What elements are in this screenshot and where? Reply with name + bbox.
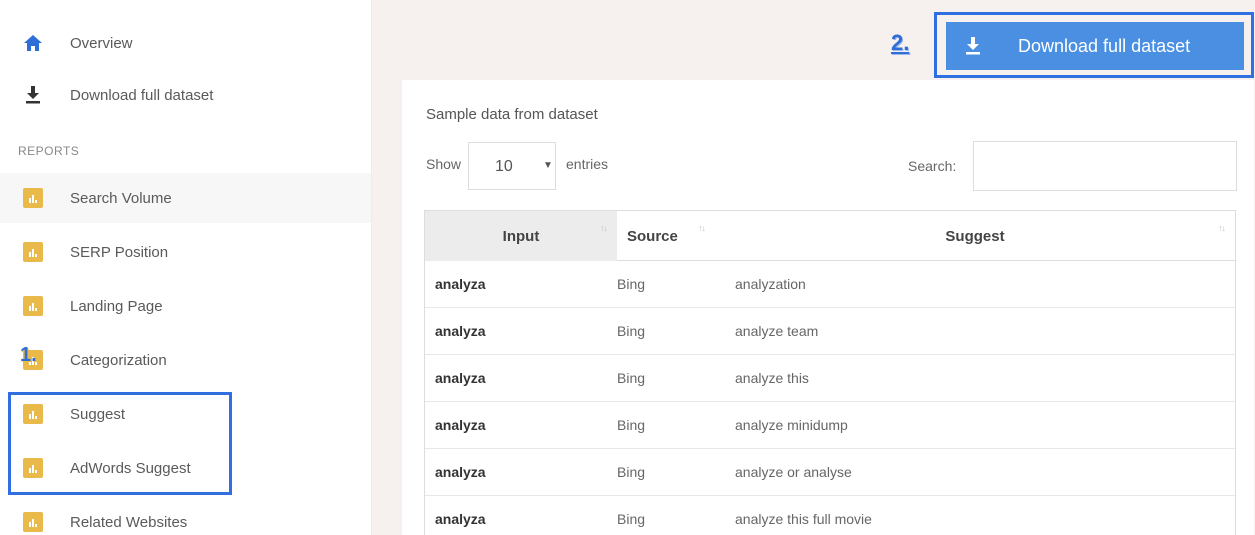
- column-header-input[interactable]: Input ↑↓: [425, 211, 617, 261]
- download-full-dataset-button[interactable]: Download full dataset: [946, 22, 1244, 70]
- table-row: analyza Bing analyze this full movie: [425, 496, 1235, 535]
- table-cell-source: Bing: [617, 370, 646, 386]
- search-label: Search:: [908, 158, 957, 174]
- table-cell-source: Bing: [617, 464, 646, 480]
- bar-chart-icon: [22, 511, 44, 533]
- table-cell-source: Bing: [617, 511, 646, 527]
- sample-data-card: Sample data from dataset Show 10 ▼ entri…: [402, 80, 1254, 535]
- main-content: 2. Download full dataset Sample data fro…: [372, 0, 1255, 535]
- sort-icon: ↑↓: [1218, 223, 1226, 233]
- sidebar-item-search-volume[interactable]: Search Volume: [0, 173, 371, 223]
- table-cell-source: Bing: [617, 323, 646, 339]
- download-icon: [964, 36, 984, 56]
- sidebar-item-serp-position[interactable]: SERP Position: [0, 227, 371, 277]
- reports-section-heading: REPORTS: [18, 144, 80, 158]
- card-title: Sample data from dataset: [426, 106, 598, 123]
- column-header-suggest[interactable]: Suggest ↑↓: [715, 211, 1235, 261]
- sidebar-item-label: Search Volume: [70, 189, 172, 207]
- table-cell-suggest: analyze or analyse: [735, 464, 852, 480]
- bar-chart-icon: [22, 241, 44, 263]
- sidebar-item-download-full-dataset[interactable]: Download full dataset: [0, 70, 371, 120]
- sidebar-item-landing-page[interactable]: Landing Page: [0, 281, 371, 331]
- data-table: Input ↑↓ Source ↑↓ Suggest ↑↓ analyza Bin…: [424, 210, 1236, 535]
- sidebar-item-label: SERP Position: [70, 243, 169, 261]
- table-row: analyza Bing analyze or analyse: [425, 449, 1235, 496]
- table-cell-input: analyza: [435, 276, 486, 292]
- search-input[interactable]: [973, 141, 1237, 191]
- bar-chart-icon: [22, 295, 44, 317]
- table-cell-input: analyza: [435, 370, 486, 386]
- table-cell-suggest: analyze this: [735, 370, 809, 386]
- column-header-label: Suggest: [945, 227, 1005, 245]
- table-cell-input: analyza: [435, 417, 486, 433]
- table-cell-input: analyza: [435, 511, 486, 527]
- table-cell-suggest: analyze this full movie: [735, 511, 872, 527]
- table-header-row: Input ↑↓ Source ↑↓ Suggest ↑↓: [425, 211, 1235, 261]
- sort-icon: ↑↓: [600, 223, 608, 233]
- table-cell-source: Bing: [617, 417, 646, 433]
- sidebar-item-label: Download full dataset: [70, 86, 214, 104]
- column-header-source[interactable]: Source ↑↓: [617, 211, 715, 261]
- home-icon: [22, 32, 44, 54]
- table-cell-suggest: analyze team: [735, 323, 819, 339]
- highlight-box-suggest: [8, 392, 232, 495]
- table-cell-suggest: analyzation: [735, 276, 806, 292]
- entries-select[interactable]: 10 ▼: [468, 142, 556, 190]
- sort-icon: ↑↓: [698, 223, 706, 233]
- step-2-annotation: 2.: [891, 30, 910, 55]
- bar-chart-icon: [22, 187, 44, 209]
- table-cell-source: Bing: [617, 276, 646, 292]
- column-header-label: Source: [627, 227, 678, 245]
- entries-select-value: 10: [495, 158, 513, 175]
- sidebar-item-related-websites[interactable]: Related Websites: [0, 497, 371, 535]
- entries-label: entries: [566, 156, 609, 172]
- sidebar-item-label: Related Websites: [70, 513, 188, 531]
- sidebar-item-label: Categorization: [70, 351, 167, 369]
- table-body: analyza Bing analyzation analyza Bing analyze…: [425, 261, 1235, 535]
- step-1-annotation: 1.: [20, 344, 37, 366]
- table-row: analyza Bing analyze team: [425, 308, 1235, 355]
- table-row: analyza Bing analyzation: [425, 261, 1235, 308]
- sidebar-item-label: Overview: [70, 34, 133, 52]
- table-cell-input: analyza: [435, 464, 486, 480]
- sidebar-item-overview[interactable]: Overview: [0, 18, 371, 68]
- caret-down-icon: ▼: [543, 160, 553, 171]
- sidebar-item-label: Landing Page: [70, 297, 163, 315]
- download-button-label: Download full dataset: [1018, 36, 1191, 56]
- table-cell-suggest: analyze minidump: [735, 417, 848, 433]
- table-cell-input: analyza: [435, 323, 486, 339]
- table-row: analyza Bing analyze minidump: [425, 402, 1235, 449]
- table-row: analyza Bing analyze this: [425, 355, 1235, 402]
- column-header-label: Input: [502, 227, 540, 245]
- sidebar-item-categorization[interactable]: Categorization: [0, 335, 371, 385]
- sidebar: Overview Download full dataset REPORTS S…: [0, 0, 372, 535]
- show-label: Show: [426, 156, 462, 172]
- download-icon: [22, 84, 44, 106]
